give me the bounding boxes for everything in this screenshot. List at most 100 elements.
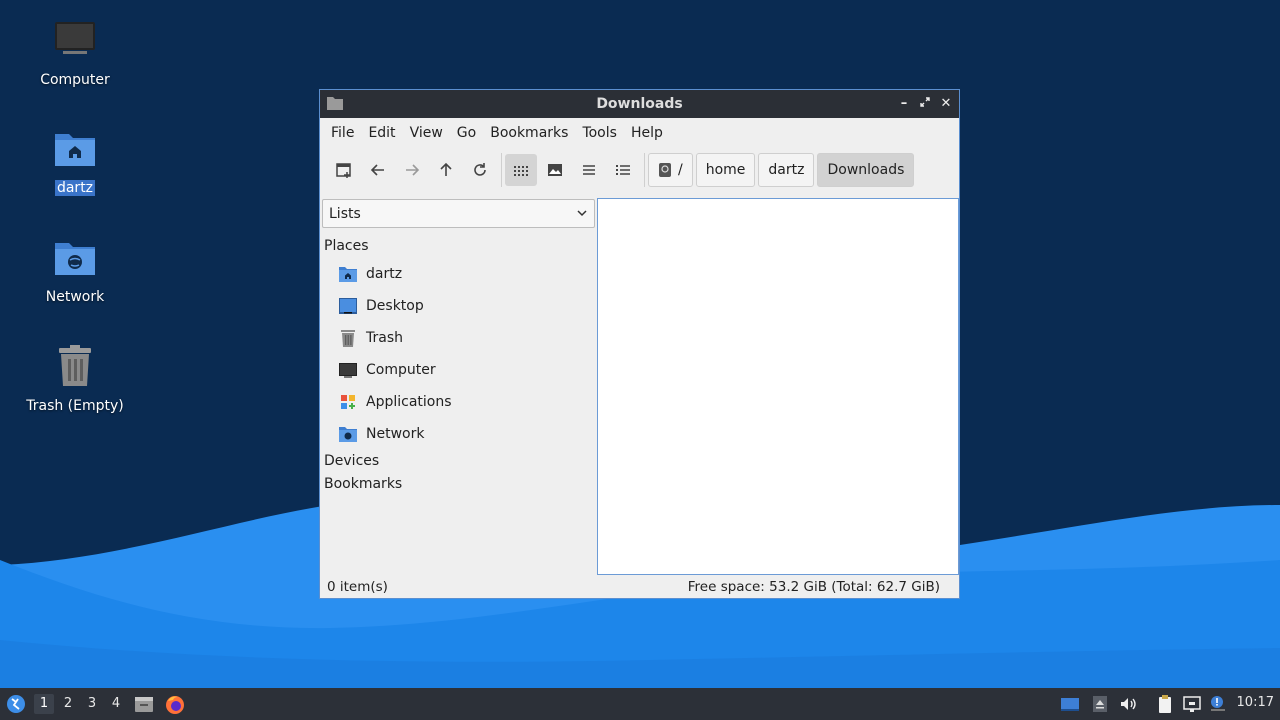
- desktop-icon-home[interactable]: dartz: [20, 126, 130, 196]
- window-title: Downloads: [596, 96, 683, 112]
- new-tab-button[interactable]: [328, 154, 360, 186]
- sidebar-item-trash[interactable]: Trash: [338, 326, 403, 350]
- menu-view[interactable]: View: [403, 125, 450, 141]
- firefox-icon: [166, 696, 184, 714]
- toolbar: / home dartz Downloads: [320, 148, 959, 192]
- home-folder-icon: [51, 126, 99, 174]
- sidebar-item-network[interactable]: Network: [338, 422, 424, 446]
- toolbar-separator: [501, 153, 502, 187]
- breadcrumb-root[interactable]: /: [648, 153, 693, 187]
- desktop-icon: [338, 296, 358, 316]
- sidebar-item-label: Trash: [366, 330, 403, 346]
- compact-view-button[interactable]: [573, 154, 605, 186]
- sidebar-item-computer[interactable]: Computer: [338, 358, 436, 382]
- menu-go[interactable]: Go: [450, 125, 483, 141]
- menu-edit[interactable]: Edit: [361, 125, 402, 141]
- network-status-button[interactable]: [1182, 694, 1202, 714]
- sidebar-item-applications[interactable]: Applications: [338, 390, 452, 414]
- eject-icon: [1093, 696, 1107, 712]
- firefox-launcher[interactable]: [164, 694, 186, 714]
- item-count: 0 item(s): [327, 579, 388, 595]
- network-folder-icon: [51, 235, 99, 283]
- list-icon: [583, 165, 595, 175]
- folder-icon: [327, 96, 343, 114]
- minimize-button[interactable]: –: [895, 95, 913, 113]
- app-menu-icon: [7, 695, 25, 713]
- sidebar-item-label: Applications: [366, 394, 452, 410]
- side-pane-mode-select[interactable]: Lists: [322, 199, 595, 228]
- workspace-2[interactable]: 2: [58, 694, 78, 714]
- breadcrumb-label: home: [705, 162, 746, 178]
- menu-file[interactable]: File: [324, 125, 361, 141]
- clock[interactable]: 10:17: [1237, 695, 1274, 710]
- forward-button[interactable]: [396, 154, 428, 186]
- desktop-icon-label: Network: [45, 289, 105, 305]
- show-desktop-button[interactable]: [1060, 694, 1080, 714]
- reload-icon: [474, 163, 486, 176]
- arrow-up-icon: [440, 162, 452, 176]
- notifications-button[interactable]: [1208, 694, 1228, 714]
- notification-icon: [1211, 696, 1225, 711]
- detailed-list-icon: [616, 165, 630, 175]
- clipboard-button[interactable]: [1155, 694, 1175, 714]
- thumbnail-view-button[interactable]: [539, 154, 571, 186]
- volume-button[interactable]: [1118, 694, 1138, 714]
- menu-help[interactable]: Help: [624, 125, 670, 141]
- sidebar-item-dartz[interactable]: dartz: [338, 262, 402, 286]
- file-manager-launcher[interactable]: [134, 694, 154, 714]
- image-icon: [548, 164, 562, 176]
- desktop-icon-label: Computer: [40, 72, 110, 88]
- drive-icon: [659, 163, 671, 177]
- breadcrumb-downloads[interactable]: Downloads: [817, 153, 915, 187]
- eject-button[interactable]: [1090, 694, 1110, 714]
- start-menu-button[interactable]: [5, 693, 27, 715]
- computer-icon: [51, 18, 99, 66]
- volume-icon: [1121, 698, 1136, 710]
- desktop-icon-computer[interactable]: Computer: [20, 18, 130, 88]
- trash-icon: [51, 344, 99, 392]
- computer-icon: [338, 360, 358, 380]
- icon-view-button[interactable]: [505, 154, 537, 186]
- places-heading[interactable]: Places: [324, 238, 369, 254]
- menu-bar: File Edit View Go Bookmarks Tools Help: [320, 118, 959, 148]
- clipboard-icon: [1159, 695, 1171, 713]
- workspace-1[interactable]: 1: [34, 694, 54, 714]
- sidebar-item-label: Desktop: [366, 298, 424, 314]
- devices-heading[interactable]: Devices: [324, 453, 379, 469]
- arrow-left-icon: [370, 164, 384, 176]
- folder-content-view[interactable]: [597, 198, 959, 575]
- breadcrumb-home[interactable]: home: [695, 153, 756, 187]
- breadcrumb-dartz[interactable]: dartz: [758, 153, 815, 187]
- desktop-icon-trash[interactable]: Trash (Empty): [20, 344, 130, 414]
- detailed-view-button[interactable]: [607, 154, 639, 186]
- network-icon: [1183, 696, 1201, 712]
- file-manager-icon: [135, 697, 153, 712]
- menu-bookmarks[interactable]: Bookmarks: [483, 125, 575, 141]
- desktop-icon-label: dartz: [54, 180, 96, 196]
- side-pane: Lists Places dartz Desktop Trash Compute…: [321, 199, 596, 569]
- menu-tools[interactable]: Tools: [575, 125, 624, 141]
- trash-icon: [338, 328, 358, 348]
- taskbar: 1 2 3 4 10:17: [0, 688, 1280, 720]
- up-button[interactable]: [430, 154, 462, 186]
- sidebar-item-desktop[interactable]: Desktop: [338, 294, 424, 318]
- sidebar-item-label: Network: [366, 426, 425, 442]
- desktop-icon-network[interactable]: Network: [20, 235, 130, 305]
- file-manager-window[interactable]: Downloads – ✕ File Edit View Go Bookmark…: [319, 89, 960, 599]
- desktop-icon-label: Trash (Empty): [26, 398, 124, 414]
- sidebar-item-label: dartz: [366, 266, 403, 282]
- back-button[interactable]: [362, 154, 394, 186]
- workspace-3[interactable]: 3: [82, 694, 102, 714]
- close-button[interactable]: ✕: [937, 95, 955, 113]
- applications-icon: [338, 392, 358, 412]
- arrow-right-icon: [406, 164, 420, 176]
- breadcrumb-label: Downloads: [827, 162, 905, 178]
- window-titlebar[interactable]: Downloads – ✕: [320, 90, 959, 118]
- maximize-button[interactable]: [916, 95, 934, 113]
- bookmarks-heading[interactable]: Bookmarks: [324, 476, 402, 492]
- free-space: Free space: 53.2 GiB (Total: 62.7 GiB): [687, 579, 940, 595]
- toolbar-separator: [644, 153, 645, 187]
- home-folder-icon: [338, 264, 358, 284]
- workspace-4[interactable]: 4: [106, 694, 126, 714]
- reload-button[interactable]: [464, 154, 496, 186]
